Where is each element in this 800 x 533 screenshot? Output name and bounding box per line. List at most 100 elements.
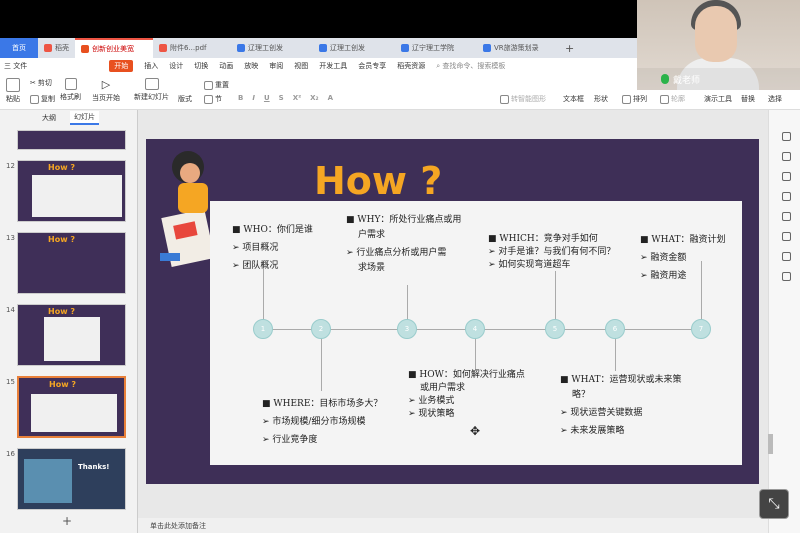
tab-slides[interactable]: 幻灯片: [70, 111, 99, 125]
cut-label: 剪切: [37, 79, 52, 87]
thumb-partial[interactable]: [17, 130, 126, 150]
move-cursor-icon: ✥: [470, 424, 481, 438]
presenter-tag: 戴老师: [637, 68, 800, 90]
smart-graphic-button[interactable]: 转智能图形: [500, 94, 546, 104]
menu-docer[interactable]: 稻壳资源: [397, 61, 425, 71]
reset-button[interactable]: 重置: [204, 80, 229, 90]
bold-icon[interactable]: B: [238, 94, 243, 102]
tab-label: VR旅游策划录: [494, 44, 539, 52]
new-slide-icon: [144, 78, 159, 90]
slide-thumb-15[interactable]: How ?: [17, 376, 126, 438]
menu-review[interactable]: 审阅: [269, 61, 283, 71]
replace-button[interactable]: 替换: [741, 94, 755, 104]
exit-fullscreen-icon[interactable]: ⤡: [759, 489, 789, 519]
which-item: ➢ 如何实现弯道超车: [488, 260, 571, 270]
what-status-block: ■ WHAT：运营现状或未来策 略？ ➢ 现状运营关键数据 ➢ 未来发展策略: [560, 373, 682, 439]
menu-transition[interactable]: 切换: [194, 61, 208, 71]
current-start-button[interactable]: ▷ 当页开始: [92, 78, 120, 103]
notes-placeholder: 单击此处添加备注: [150, 521, 206, 530]
tab-active-doc[interactable]: 创新创业美宽: [75, 38, 153, 58]
menu-developer[interactable]: 开发工具: [319, 61, 347, 71]
share-icon[interactable]: [782, 252, 791, 261]
tab-doc-d[interactable]: VR旅游策划录: [477, 38, 559, 58]
what-item: ➢ 融资金额: [640, 253, 687, 263]
shape-button[interactable]: 形状: [594, 94, 608, 104]
vertical-scrollbar[interactable]: [768, 434, 773, 454]
menu-view[interactable]: 视图: [294, 61, 308, 71]
copy-icon: [30, 94, 39, 104]
tab-outline[interactable]: 大纲: [42, 113, 56, 123]
paste-button[interactable]: 粘贴: [6, 78, 20, 104]
copy-button[interactable]: 复制: [30, 94, 55, 104]
italic-icon[interactable]: I: [252, 94, 255, 102]
menu-file[interactable]: 三 文件: [4, 61, 27, 71]
reset-icon: [204, 80, 213, 90]
tab-label: 创新创业美宽: [92, 45, 134, 53]
underline-icon[interactable]: U: [264, 94, 270, 102]
cut-button[interactable]: ✂ 剪切: [30, 78, 52, 88]
slide-thumb-16[interactable]: Thanks!: [17, 448, 126, 510]
thumb-content: [31, 394, 117, 432]
thumb-number: 13: [6, 234, 15, 242]
layout-button[interactable]: 版式: [178, 94, 192, 104]
replace-label: 替换: [741, 95, 755, 103]
slide-title[interactable]: How ?: [314, 159, 442, 203]
what-status-item: ➢ 未来发展策略: [560, 426, 625, 436]
menu-design[interactable]: 设计: [169, 61, 183, 71]
slide-thumb-14[interactable]: How ?: [17, 304, 126, 366]
new-slide-button[interactable]: 新建幻灯片: [134, 78, 169, 102]
which-title: ■ WHICH：竞争对手如何: [488, 234, 598, 244]
current-slide[interactable]: How ? 1 2 3 4 5 6 7 ■ WHO：你们是谁 ➢ 项目概况 ➢ …: [146, 139, 759, 484]
word-icon: [319, 44, 327, 52]
what-status-title-cont: 略？: [572, 390, 591, 400]
timeline-node: 3: [397, 319, 417, 339]
menu-member[interactable]: 会员专享: [358, 61, 386, 71]
font-color-icon[interactable]: A: [328, 94, 333, 102]
settings-icon[interactable]: [782, 152, 791, 161]
section-button[interactable]: 节: [204, 94, 222, 104]
superscript-icon[interactable]: X²: [293, 94, 301, 102]
presenter-tools-button[interactable]: 演示工具: [704, 94, 732, 104]
how-item: ➢ 业务模式: [408, 396, 455, 406]
presenter-name: 戴老师: [673, 75, 701, 86]
webcam-overlay: 戴老师: [637, 0, 800, 90]
tab-doc-c[interactable]: 辽宁理工学院: [395, 38, 477, 58]
menu-animation[interactable]: 动画: [219, 61, 233, 71]
outline-button[interactable]: 轮廓: [660, 94, 685, 104]
tab-doc-b[interactable]: 辽理工创发: [313, 38, 395, 58]
notes-bar[interactable]: 单击此处添加备注: [138, 518, 768, 533]
arrange-button[interactable]: 排列: [622, 94, 647, 104]
timeline-node: 1: [253, 319, 273, 339]
location-icon[interactable]: [782, 272, 791, 281]
tab-home[interactable]: 首页: [0, 38, 38, 58]
slide-thumb-12[interactable]: How ?: [17, 160, 126, 222]
tab-doc-a[interactable]: 辽理工创发: [231, 38, 313, 58]
subscript-icon[interactable]: X₂: [310, 94, 318, 102]
format-painter-button[interactable]: 格式刷: [60, 78, 81, 102]
word-icon: [483, 44, 491, 52]
tab-label: 稻壳: [55, 44, 69, 52]
menu-insert[interactable]: 插入: [144, 61, 158, 71]
what-title: ■ WHAT：融资计划: [640, 235, 726, 245]
select-button[interactable]: 选择: [768, 94, 782, 104]
thumb-number: 15: [6, 378, 15, 386]
transition-icon[interactable]: [782, 192, 791, 201]
text-box-button[interactable]: 文本框: [563, 94, 584, 104]
add-slide-button[interactable]: +: [62, 514, 72, 528]
help-icon[interactable]: [782, 232, 791, 241]
layers-icon[interactable]: [782, 212, 791, 221]
strikethrough-icon[interactable]: S: [279, 94, 284, 102]
slide-thumb-13[interactable]: How ?: [17, 232, 126, 294]
section-label: 节: [215, 95, 222, 103]
animation-icon[interactable]: [782, 172, 791, 181]
menu-start[interactable]: 开始: [109, 60, 134, 72]
tab-pdf[interactable]: 附件6...pdf: [153, 38, 231, 58]
properties-icon[interactable]: [782, 132, 791, 141]
menu-slideshow[interactable]: 放映: [244, 61, 258, 71]
command-search[interactable]: ⌕ 查找命令、搜索模板: [436, 61, 505, 71]
thumb-number: 14: [6, 306, 15, 314]
why-title-cont: 户需求: [358, 230, 386, 240]
thumb-content: [44, 317, 100, 361]
tab-daoke[interactable]: 稻壳: [38, 38, 75, 58]
new-tab-button[interactable]: +: [559, 38, 580, 58]
